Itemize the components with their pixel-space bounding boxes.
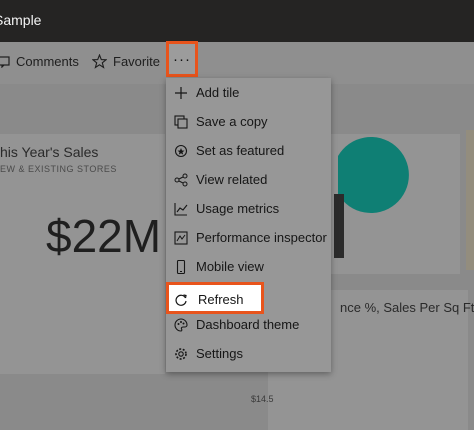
menu-item-refresh-highlighted[interactable]: Refresh [166, 282, 264, 314]
theme-icon [174, 317, 188, 332]
more-options-menu: Add tile Save a copy Set as featured Vie… [166, 78, 331, 372]
refresh-icon [174, 293, 188, 307]
menu-item-mobile-view[interactable]: Mobile view [166, 252, 331, 281]
menu-item-label: Usage metrics [196, 201, 280, 216]
top-bar: Sample [0, 0, 474, 42]
pie-slice-dark [334, 194, 344, 258]
metrics-icon [174, 202, 188, 216]
sales-tile-value: $22M [46, 210, 162, 262]
menu-item-label: Add tile [196, 85, 240, 100]
menu-item-label: Mobile view [196, 259, 264, 274]
favorite-button[interactable]: Favorite [92, 54, 160, 69]
sales-tile[interactable]: his Year's Sales EW & EXISTING STORES $2… [0, 134, 165, 374]
mobile-icon [174, 259, 188, 274]
menu-item-usage-metrics[interactable]: Usage metrics [166, 194, 331, 223]
star-icon [92, 54, 107, 69]
related-icon [174, 173, 188, 187]
app-title: Sample [0, 12, 42, 28]
menu-item-label: Dashboard theme [196, 317, 300, 332]
featured-icon [174, 144, 188, 158]
sales-tile-title: his Year's Sales [0, 144, 99, 160]
right-tile-edge [466, 130, 474, 270]
menu-item-label: Set as featured [196, 143, 285, 158]
save-copy-icon [174, 114, 188, 129]
plus-icon [174, 86, 188, 100]
comments-label: Comments [16, 54, 79, 69]
menu-item-refresh[interactable]: Refresh [169, 285, 261, 314]
bottom-chart-title: nce %, Sales Per Sq Ft, T [340, 300, 474, 315]
pie-slice-teal [338, 137, 409, 214]
gear-icon [174, 347, 188, 361]
menu-item-save-copy[interactable]: Save a copy [166, 107, 331, 136]
menu-item-dashboard-theme[interactable]: Dashboard theme [166, 310, 331, 339]
inspector-icon [174, 230, 188, 245]
menu-item-label: Save a copy [196, 114, 268, 129]
menu-item-label: Refresh [198, 292, 244, 307]
menu-item-add-tile[interactable]: Add tile [166, 78, 331, 107]
ellipsis-icon: ··· [173, 50, 191, 68]
more-options-button[interactable]: ··· [166, 41, 198, 77]
axis-tick-label: $14.5 [251, 394, 274, 404]
comment-icon [0, 55, 10, 68]
menu-item-settings[interactable]: Settings [166, 339, 331, 368]
menu-item-view-related[interactable]: View related [166, 165, 331, 194]
sales-tile-subtitle: EW & EXISTING STORES [0, 164, 117, 174]
menu-item-label: View related [196, 172, 268, 187]
menu-item-label: Performance inspector [196, 230, 327, 245]
menu-item-performance-inspector[interactable]: Performance inspector [166, 223, 331, 252]
favorite-label: Favorite [113, 54, 160, 69]
menu-item-set-featured[interactable]: Set as featured [166, 136, 331, 165]
menu-item-label: Settings [196, 346, 243, 361]
comments-button[interactable]: Comments [0, 54, 79, 69]
